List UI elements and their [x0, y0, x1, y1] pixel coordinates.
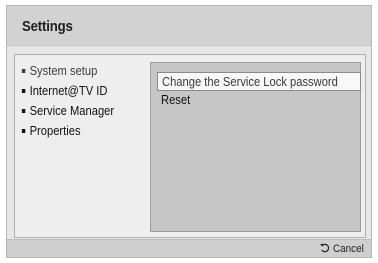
bullet-icon — [21, 109, 26, 113]
return-icon — [319, 243, 329, 253]
menu-item-label: Properties — [29, 123, 81, 138]
title-bar: Settings — [7, 6, 371, 46]
option-label: Reset — [161, 92, 191, 107]
content-area: System setup Internet@TV ID Service Mana… — [14, 54, 366, 238]
left-menu: System setup Internet@TV ID Service Mana… — [21, 61, 149, 231]
settings-screen: Settings System setup Internet@TV ID Ser… — [6, 5, 372, 258]
footer-bar: Cancel — [7, 239, 371, 257]
page-title: Settings — [22, 18, 73, 35]
menu-item-internet-tv-id[interactable]: Internet@TV ID — [21, 81, 131, 101]
bullet-icon — [21, 129, 26, 133]
menu-item-service-manager[interactable]: Service Manager — [21, 101, 131, 121]
menu-item-label: System setup — [29, 63, 98, 78]
cancel-label: Cancel — [332, 243, 364, 255]
option-label: Change the Service Lock password — [162, 74, 338, 89]
menu-item-properties[interactable]: Properties — [21, 121, 131, 141]
bullet-icon — [21, 69, 26, 73]
option-change-service-lock-password[interactable]: Change the Service Lock password — [157, 72, 361, 91]
menu-item-label: Service Manager — [29, 103, 115, 118]
bullet-icon — [21, 89, 26, 93]
menu-item-system-setup[interactable]: System setup — [21, 61, 131, 81]
options-panel: Change the Service Lock password Reset — [150, 62, 361, 232]
cancel-button[interactable]: Cancel — [319, 241, 367, 257]
menu-item-label: Internet@TV ID — [29, 83, 108, 98]
option-reset[interactable]: Reset — [157, 91, 195, 110]
